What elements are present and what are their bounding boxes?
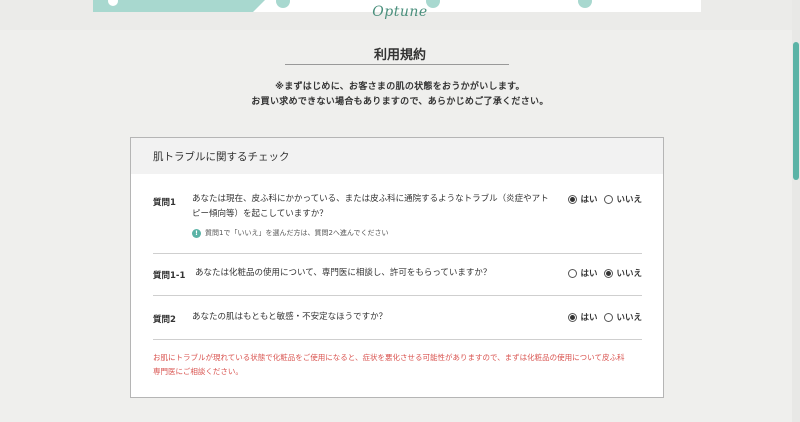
radio-unchecked-icon[interactable] [604,312,614,322]
logo: Optune [372,4,428,20]
answer-yes-radio[interactable]: はい [568,311,597,323]
skin-check-card: 肌トラブルに関するチェック 質問1 あなたは現在、皮ふ科にかかっている、または皮… [130,137,664,398]
page-title: 利用規約 [373,48,426,63]
question-number: 質問1-1 [153,271,186,281]
radio-unchecked-icon[interactable] [568,268,578,278]
info-circle-icon: ! [192,228,201,238]
question-text: あなたの肌はもともと敏感・不安定なほうですか？ [192,312,388,322]
question-row-2: 質問2 あなたの肌はもともと敏感・不安定なほうですか？ はい いいえ [153,296,642,340]
question-text: あなたは現在、皮ふ科にかかっている、または皮ふ科に通院するようなトラブル（炎症や… [192,192,549,222]
notice-line-1: ※まずはじめに、お客さまの肌の状態をおうかがいします。 [275,82,525,92]
warning-text: お肌にトラブルが現れている状態で化粧品をご使用になると、症状を悪化させる可能性が… [153,351,648,379]
scrollbar[interactable] [792,0,800,422]
question-row-1: 質問1 あなたは現在、皮ふ科にかかっている、または皮ふ科に通院するようなトラブル… [153,182,642,254]
question-number: 質問1 [153,198,176,208]
radio-checked-icon[interactable] [568,194,578,204]
answer-no-radio[interactable]: いいえ [604,193,642,205]
notice-text: ※まずはじめに、お客さまの肌の状態をおうかがいします。 お買い求めできない場合も… [0,80,800,110]
answer-options: はい いいえ [561,267,642,279]
answer-no-label: いいえ [616,269,642,279]
warning-line-1: お肌にトラブルが現れている状態で化粧品をご使用になると、症状を悪化させる可能性が… [153,353,625,362]
title-divider [285,64,509,65]
card-header: 肌トラブルに関するチェック [131,138,663,174]
question-text: あなたは化粧品の使用について、専門医に相談し、許可をもらっていますか？ [195,268,492,278]
answer-yes-label: はい [580,313,598,323]
answer-options: はい いいえ [561,311,642,323]
notice-line-2: お買い求めできない場合もありますので、あらかじめご了承ください。 [251,97,549,107]
answer-no-radio[interactable]: いいえ [604,267,642,279]
answer-no-label: いいえ [616,313,642,323]
radio-checked-icon[interactable] [604,268,614,278]
answer-yes-radio[interactable]: はい [568,267,597,279]
question-note-text: 質問1で「いいえ」を選んだ方は、質問2へ進んでください [205,229,389,237]
radio-checked-icon[interactable] [568,312,578,322]
question-note: ! 質問1で「いいえ」を選んだ方は、質問2へ進んでください [192,228,389,238]
question-row-1-1: 質問1-1 あなたは化粧品の使用について、専門医に相談し、許可をもらっていますか… [153,254,642,296]
answer-options: はい いいえ [561,193,642,205]
answer-yes-label: はい [580,269,598,279]
answer-no-radio[interactable]: いいえ [604,311,642,323]
radio-unchecked-icon[interactable] [604,194,614,204]
question-text-line-1: あなたは現在、皮ふ科にかかっている、または皮ふ科に通院するようなトラブル（炎症や… [192,194,549,204]
answer-yes-label: はい [580,195,598,205]
question-number: 質問2 [153,315,176,325]
answer-no-label: いいえ [616,195,642,205]
answer-yes-radio[interactable]: はい [568,193,597,205]
question-text-line-2: ピー傾向等）を起こしていますか？ [192,209,328,219]
top-strip: Optune [0,0,800,30]
warning-line-2: 専門医にご相談ください。 [153,367,243,376]
